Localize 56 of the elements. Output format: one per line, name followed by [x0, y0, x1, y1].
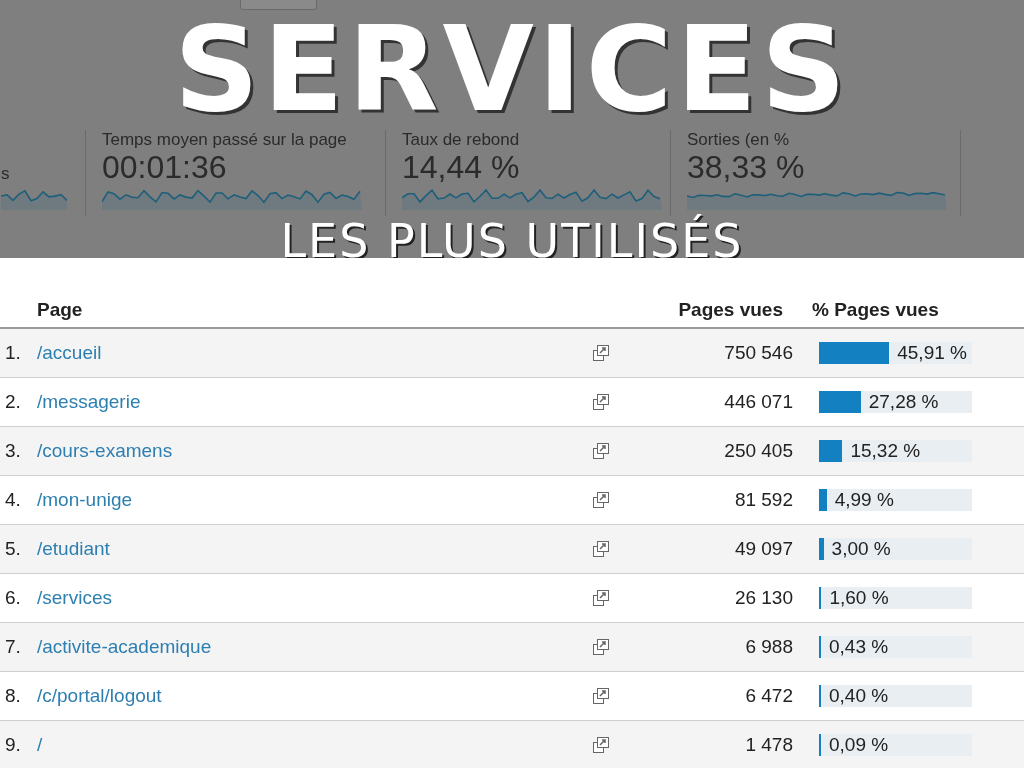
page-link[interactable]: /services — [37, 587, 592, 609]
page-link[interactable]: /c/portal/logout — [37, 685, 592, 707]
open-window-icon[interactable] — [592, 687, 610, 705]
metric-value: 38,33 % — [687, 150, 806, 184]
row-number: 1. — [4, 342, 22, 364]
metric-label: Temps moyen passé sur la page — [102, 130, 348, 150]
share-cell: 0,40 % — [829, 685, 889, 707]
share-cell: 4,99 % — [834, 489, 894, 511]
row-number: 7. — [4, 636, 22, 658]
pageviews-cell-text: 49 097 — [733, 538, 794, 560]
page-link[interactable]: /activite-academique — [37, 636, 592, 658]
pageviews-cell-text: 81 592 — [733, 489, 794, 511]
share-cell: 3,00 % — [831, 538, 891, 560]
open-window-icon[interactable] — [592, 736, 610, 754]
metric-value: 14,44 % — [402, 150, 521, 184]
page-link[interactable]: /messagerie — [37, 391, 592, 413]
slide-title: SERVICES — [174, 10, 850, 128]
open-window-icon[interactable] — [592, 393, 610, 411]
share-cell: 0,43 % — [829, 636, 889, 658]
share-cell: 45,91 % — [897, 342, 967, 364]
page-link[interactable]: / — [37, 734, 592, 756]
column-header[interactable]: % Pages vues — [809, 299, 989, 321]
pageviews-cell-text: 250 405 — [723, 440, 794, 462]
pageviews-cell-text: 6 472 — [744, 685, 794, 707]
open-window-icon[interactable] — [592, 491, 610, 509]
page-link[interactable]: /accueil — [37, 342, 592, 364]
column-header[interactable]: Pages vues — [607, 299, 787, 321]
metric-label: s — [1, 164, 11, 184]
pageviews-cell-text: 750 546 — [723, 342, 794, 364]
open-window-icon[interactable] — [592, 589, 610, 607]
share-cell: 27,28 % — [868, 391, 939, 413]
open-window-icon[interactable] — [592, 442, 610, 460]
metric-label: Taux de rebond — [402, 130, 521, 150]
row-number: 8. — [4, 685, 22, 707]
page-link[interactable]: /mon-unige — [37, 489, 592, 511]
metric-value: 00:01:36 — [102, 150, 228, 184]
open-window-icon[interactable] — [592, 540, 610, 558]
row-number: 6. — [4, 587, 22, 609]
page-link[interactable]: /cours-examens — [37, 440, 592, 462]
column-header[interactable]: Page — [37, 299, 587, 321]
open-window-icon[interactable] — [592, 638, 610, 656]
share-cell: 15,32 % — [850, 440, 921, 462]
pageviews-cell-text: 6 988 — [744, 636, 794, 658]
share-cell: 1,60 % — [829, 587, 889, 609]
pageviews-cell-text: 26 130 — [733, 587, 794, 609]
row-number: 2. — [4, 391, 22, 413]
row-number: 4. — [4, 489, 22, 511]
row-number: 9. — [4, 734, 22, 756]
open-window-icon[interactable] — [592, 344, 610, 362]
metric-label: Sorties (en % — [687, 130, 791, 150]
share-cell: 0,09 % — [829, 734, 889, 756]
pageviews-cell-text: 446 071 — [723, 391, 794, 413]
pageviews-cell-text: 1 478 — [744, 734, 794, 756]
page-link[interactable]: /etudiant — [37, 538, 592, 560]
row-number: 5. — [4, 538, 22, 560]
row-number: 3. — [4, 440, 22, 462]
